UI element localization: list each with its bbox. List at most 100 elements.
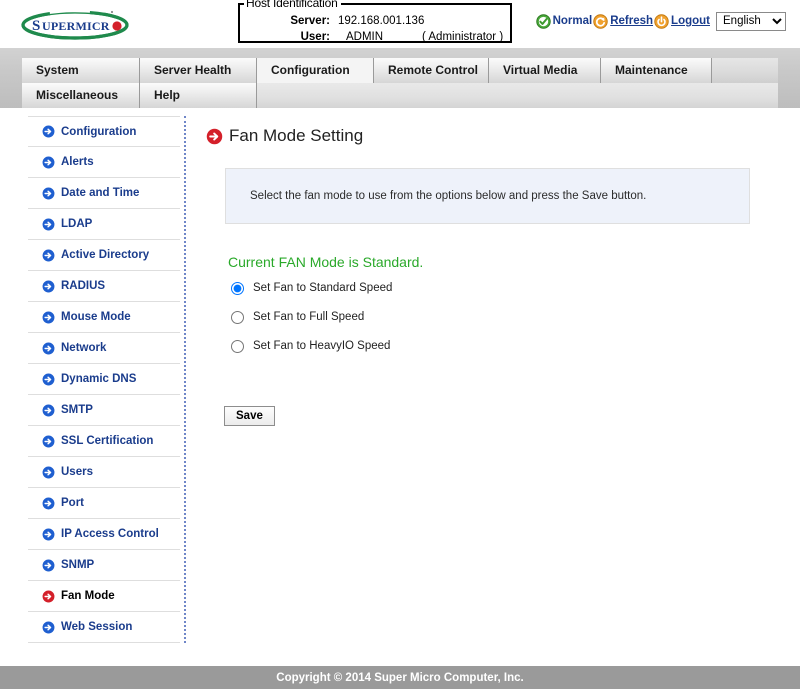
red-arrow-icon [42, 590, 55, 603]
host-server-label: Server: [290, 15, 330, 27]
menu-row-secondary: Miscellaneous Help [22, 83, 778, 108]
sidebar-item-label: Dynamic DNS [61, 373, 137, 385]
fan-mode-radio-heavyio[interactable] [231, 339, 244, 353]
info-box: Select the fan mode to use from the opti… [225, 168, 750, 224]
fan-mode-option-standard[interactable]: Set Fan to Standard Speed [231, 277, 780, 299]
menu-tab-server-health[interactable]: Server Health [140, 58, 257, 83]
blue-arrow-icon [42, 621, 55, 634]
fan-mode-option-full[interactable]: Set Fan to Full Speed [231, 306, 780, 328]
save-button[interactable]: Save [224, 406, 275, 426]
sidebar-item-label: Alerts [61, 156, 94, 168]
fan-mode-option-heavyio[interactable]: Set Fan to HeavyIO Speed [231, 335, 780, 357]
sidebar-item-port[interactable]: Port [28, 488, 180, 519]
sidebar-item-date-and-time[interactable]: Date and Time [28, 178, 180, 209]
blue-arrow-icon [42, 404, 55, 417]
svg-text:S: S [32, 18, 40, 34]
sidebar-item-label: Web Session [61, 621, 133, 633]
sidebar-item-fan-mode[interactable]: Fan Mode [28, 581, 180, 612]
green-check-icon [535, 13, 551, 29]
blue-arrow-icon [42, 156, 55, 169]
blue-arrow-icon [42, 218, 55, 231]
refresh-label[interactable]: Refresh [610, 15, 653, 27]
sidebar-item-label: Port [61, 497, 84, 509]
sidebar-item-web-session[interactable]: Web Session [28, 612, 180, 643]
fan-mode-radio-full[interactable] [231, 310, 244, 324]
sidebar-item-ssl-certification[interactable]: SSL Certification [28, 426, 180, 457]
host-user-value: ADMIN [346, 31, 384, 43]
main-panel: Fan Mode Setting Select the fan mode to … [200, 116, 780, 426]
host-server-value: 192.168.001.136 [338, 15, 425, 27]
sidebar-item-label: IP Access Control [61, 528, 159, 540]
sidebar-item-smtp[interactable]: SMTP [28, 395, 180, 426]
fan-mode-label-heavyio[interactable]: Set Fan to HeavyIO Speed [253, 340, 390, 352]
status-label: Normal [552, 15, 593, 27]
menu-tab-remote-control[interactable]: Remote Control [374, 58, 489, 83]
sidebar-item-label: SNMP [61, 559, 95, 571]
page-title-text: Fan Mode Setting [229, 126, 364, 145]
red-arrow-icon [206, 128, 223, 145]
sidebar-item-mouse-mode[interactable]: Mouse Mode [28, 302, 180, 333]
blue-arrow-icon [42, 559, 55, 572]
sidebar-item-label: LDAP [61, 218, 93, 230]
page-footer: Copyright © 2014 Super Micro Computer, I… [0, 666, 800, 689]
logout-button[interactable]: Logout [654, 13, 710, 29]
blue-arrow-icon [42, 497, 55, 510]
blue-arrow-icon [42, 342, 55, 355]
sidebar-item-ip-access-control[interactable]: IP Access Control [28, 519, 180, 550]
sidebar-item-label: Network [61, 342, 107, 354]
sidebar-item-label: Active Directory [61, 249, 150, 261]
sidebar-item-network[interactable]: Network [28, 333, 180, 364]
sidebar-item-alerts[interactable]: Alerts [28, 147, 180, 178]
fan-mode-label-full[interactable]: Set Fan to Full Speed [253, 311, 364, 323]
host-user-role: ( Administrator ) [422, 31, 504, 43]
fan-mode-radio-standard[interactable] [231, 281, 244, 295]
refresh-icon [593, 13, 608, 29]
page-title: Fan Mode Setting [206, 123, 780, 149]
fan-mode-label-standard[interactable]: Set Fan to Standard Speed [253, 282, 392, 294]
sidebar-item-dynamic-dns[interactable]: Dynamic DNS [28, 364, 180, 395]
sidebar-item-label: Configuration [61, 125, 137, 138]
blue-arrow-icon [42, 528, 55, 541]
blue-arrow-icon [42, 373, 55, 386]
menu-tab-virtual-media[interactable]: Virtual Media [489, 58, 601, 83]
host-identification-legend: Host Identification [244, 0, 341, 10]
language-select[interactable]: English [716, 11, 786, 31]
sidebar-item-users[interactable]: Users [28, 457, 180, 488]
sidebar-item-label: Fan Mode [61, 590, 115, 602]
svg-text:UPERMICR: UPERMICR [42, 19, 110, 33]
page-content: Configuration Alerts Date and Time LDAP … [0, 108, 800, 666]
supermicro-logo: S UPERMICR [18, 7, 136, 41]
host-identification-box: Host Identification Server: 192.168.001.… [238, 0, 512, 43]
menu-tab-help[interactable]: Help [140, 83, 257, 108]
menu-filler-secondary [257, 83, 778, 108]
power-icon [654, 13, 669, 29]
menu-tab-miscellaneous[interactable]: Miscellaneous [22, 83, 140, 108]
host-user-label: User: [300, 31, 330, 43]
sidebar-item-label: SSL Certification [61, 435, 154, 447]
blue-arrow-icon [42, 249, 55, 262]
status-indicator: Normal [535, 13, 593, 29]
blue-arrow-icon [42, 125, 55, 138]
top-status-bar: Normal Refresh Logout English [535, 11, 786, 31]
menu-tab-configuration[interactable]: Configuration [257, 58, 374, 83]
sidebar-item-label: Users [61, 466, 93, 478]
blue-arrow-icon [42, 280, 55, 293]
sidebar-nav: Configuration Alerts Date and Time LDAP … [28, 116, 186, 643]
refresh-button[interactable]: Refresh [593, 13, 653, 29]
sidebar-item-label: SMTP [61, 404, 93, 416]
blue-arrow-icon [42, 435, 55, 448]
logout-label[interactable]: Logout [671, 15, 710, 27]
menu-tab-maintenance[interactable]: Maintenance [601, 58, 712, 83]
fan-mode-radio-group: Set Fan to Standard Speed Set Fan to Ful… [231, 277, 780, 357]
sidebar-item-ldap[interactable]: LDAP [28, 209, 180, 240]
main-menu-bar: System Server Health Configuration Remot… [0, 48, 800, 108]
sidebar-item-configuration[interactable]: Configuration [28, 116, 180, 147]
sidebar-item-snmp[interactable]: SNMP [28, 550, 180, 581]
blue-arrow-icon [42, 187, 55, 200]
sidebar-item-label: Date and Time [61, 187, 140, 199]
sidebar-item-radius[interactable]: RADIUS [28, 271, 180, 302]
menu-row-primary: System Server Health Configuration Remot… [22, 58, 778, 83]
host-server-row: Server: 192.168.001.136 [240, 15, 510, 30]
menu-tab-system[interactable]: System [22, 58, 140, 83]
sidebar-item-active-directory[interactable]: Active Directory [28, 240, 180, 271]
